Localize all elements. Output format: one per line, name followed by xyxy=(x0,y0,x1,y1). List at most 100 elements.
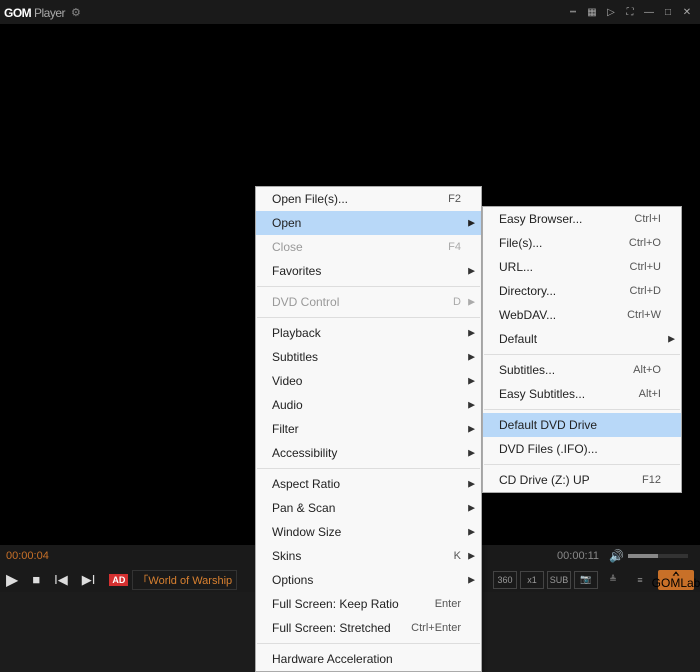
chevron-right-icon: ▶ xyxy=(468,424,475,435)
eject-button[interactable]: ≜ xyxy=(601,571,625,589)
menu-shortcut: F2 xyxy=(448,193,461,205)
menu-item[interactable]: Easy Browser...Ctrl+I xyxy=(483,207,681,231)
menu-shortcut: Ctrl+I xyxy=(634,213,661,225)
chevron-right-icon: ▶ xyxy=(468,352,475,363)
tb-grid-icon[interactable]: ▦ xyxy=(583,4,601,20)
menu-item-label: Options xyxy=(272,573,461,587)
chevron-right-icon: ▶ xyxy=(468,376,475,387)
volume-slider[interactable] xyxy=(628,554,688,558)
menu-item[interactable]: Audio ▶ xyxy=(256,393,481,417)
menu-item-label: Hardware Acceleration xyxy=(272,652,461,666)
chevron-right-icon: ▶ xyxy=(468,400,475,411)
prev-button[interactable]: I◀ xyxy=(54,572,68,588)
menu-item-label: Full Screen: Stretched xyxy=(272,621,411,635)
menu-item[interactable]: Subtitles...Alt+O xyxy=(483,358,681,382)
menu-item[interactable]: Window Size ▶ xyxy=(256,520,481,544)
menu-item[interactable]: Options▶ xyxy=(256,568,481,592)
chevron-right-icon: ▶ xyxy=(468,527,475,538)
menu-item[interactable]: Accessibility ▶ xyxy=(256,441,481,465)
menu-item-label: Window Size xyxy=(272,525,461,539)
menu-item-label: DVD Control xyxy=(272,295,453,309)
chevron-right-icon: ▶ xyxy=(468,218,475,229)
speed-button[interactable]: x1 xyxy=(520,571,544,589)
tb-fullscreen-icon[interactable]: ⛶ xyxy=(621,4,639,20)
menu-item[interactable]: Easy Subtitles...Alt+I xyxy=(483,382,681,406)
menu-item-label: Easy Browser... xyxy=(499,212,634,226)
menu-item[interactable]: Filter ▶ xyxy=(256,417,481,441)
menu-item-label: Directory... xyxy=(499,284,630,298)
gear-icon[interactable]: ⚙ xyxy=(71,6,81,19)
screenshot-button[interactable]: 📷 xyxy=(574,571,598,589)
menu-item[interactable]: CD Drive (Z:) UPF12 xyxy=(483,468,681,492)
maximize-button[interactable]: □ xyxy=(659,4,677,20)
context-menu: Open File(s)...F2Open▶CloseF4Favorites▶D… xyxy=(255,186,482,672)
menu-item-label: Audio xyxy=(272,398,461,412)
menu-item[interactable]: Favorites ▶ xyxy=(256,259,481,283)
menu-item[interactable]: Directory...Ctrl+D xyxy=(483,279,681,303)
menu-item[interactable]: DVD Files (.IFO)... xyxy=(483,437,681,461)
menu-shortcut: Ctrl+W xyxy=(627,309,661,321)
menu-item[interactable]: Default DVD Drive xyxy=(483,413,681,437)
menu-shortcut: F4 xyxy=(448,241,461,253)
titlebar: GOM Player ⚙ ┅ ▦ ▷ ⛶ — □ ✕ xyxy=(0,0,700,24)
menu-item[interactable]: WebDAV...Ctrl+W xyxy=(483,303,681,327)
menu-item[interactable]: Full Screen: StretchedCtrl+Enter xyxy=(256,616,481,640)
menu-item-label: Filter xyxy=(272,422,461,436)
chevron-right-icon: ▶ xyxy=(468,266,475,277)
menu-shortcut: Alt+O xyxy=(633,364,661,376)
menu-item-label: URL... xyxy=(499,260,630,274)
menu-shortcut: Ctrl+U xyxy=(630,261,661,273)
menu-item[interactable]: Open File(s)...F2 xyxy=(256,187,481,211)
menu-item-label: Close xyxy=(272,240,448,254)
menu-item-label: Pan & Scan xyxy=(272,501,461,515)
tb-play-icon[interactable]: ▷ xyxy=(602,4,620,20)
volume-icon[interactable]: 🔊 xyxy=(609,549,624,563)
chevron-right-icon: ▶ xyxy=(468,448,475,459)
menu-item-label: File(s)... xyxy=(499,236,629,250)
tb-dashes-icon[interactable]: ┅ xyxy=(564,4,582,20)
vr360-button[interactable]: 360 xyxy=(493,571,517,589)
menu-item[interactable]: Aspect Ratio▶ xyxy=(256,472,481,496)
menu-item: DVD ControlD ▶ xyxy=(256,290,481,314)
menu-item-label: Accessibility xyxy=(272,446,461,460)
ad-text[interactable]: 「World of Warship xyxy=(132,570,237,590)
gomlab-button[interactable]: GOMLab xyxy=(658,570,694,590)
menu-button[interactable]: ≡ xyxy=(628,571,652,589)
menu-item[interactable]: Pan & Scan ▶ xyxy=(256,496,481,520)
chevron-right-icon: ▶ xyxy=(468,551,475,562)
menu-item-label: Default xyxy=(499,332,661,346)
play-button[interactable]: ▶ xyxy=(6,570,18,590)
minimize-button[interactable]: — xyxy=(640,4,658,20)
chevron-right-icon: ▶ xyxy=(468,479,475,490)
menu-item[interactable]: File(s)...Ctrl+O xyxy=(483,231,681,255)
menu-item[interactable]: Subtitles ▶ xyxy=(256,345,481,369)
menu-item-label: Video xyxy=(272,374,461,388)
menu-shortcut: D xyxy=(453,296,461,308)
menu-item[interactable]: Full Screen: Keep RatioEnter xyxy=(256,592,481,616)
menu-item[interactable]: Video ▶ xyxy=(256,369,481,393)
menu-shortcut: Alt+I xyxy=(639,388,661,400)
menu-item-label: Favorites xyxy=(272,264,461,278)
menu-item[interactable]: SkinsK ▶ xyxy=(256,544,481,568)
menu-item-label: Subtitles xyxy=(272,350,461,364)
next-button[interactable]: ▶I xyxy=(82,572,96,588)
subtitle-button[interactable]: SUB xyxy=(547,571,571,589)
menu-item-label: Subtitles... xyxy=(499,363,633,377)
menu-item[interactable]: Playback▶ xyxy=(256,321,481,345)
menu-item-label: Open xyxy=(272,216,461,230)
menu-item-label: Skins xyxy=(272,549,454,563)
chevron-right-icon: ▶ xyxy=(668,334,675,345)
close-button[interactable]: ✕ xyxy=(678,4,696,20)
menu-item-label: CD Drive (Z:) UP xyxy=(499,473,642,487)
menu-item[interactable]: Hardware Acceleration xyxy=(256,647,481,671)
chevron-right-icon: ▶ xyxy=(468,297,475,308)
menu-item[interactable]: Default ▶ xyxy=(483,327,681,351)
menu-item[interactable]: URL...Ctrl+U xyxy=(483,255,681,279)
menu-item[interactable]: Open ▶ xyxy=(256,211,481,235)
menu-item-label: Playback xyxy=(272,326,461,340)
menu-shortcut: K xyxy=(454,550,461,562)
ad-badge: AD xyxy=(109,574,128,586)
chevron-right-icon: ▶ xyxy=(468,503,475,514)
menu-shortcut: Ctrl+D xyxy=(630,285,661,297)
stop-button[interactable]: ■ xyxy=(32,572,40,587)
